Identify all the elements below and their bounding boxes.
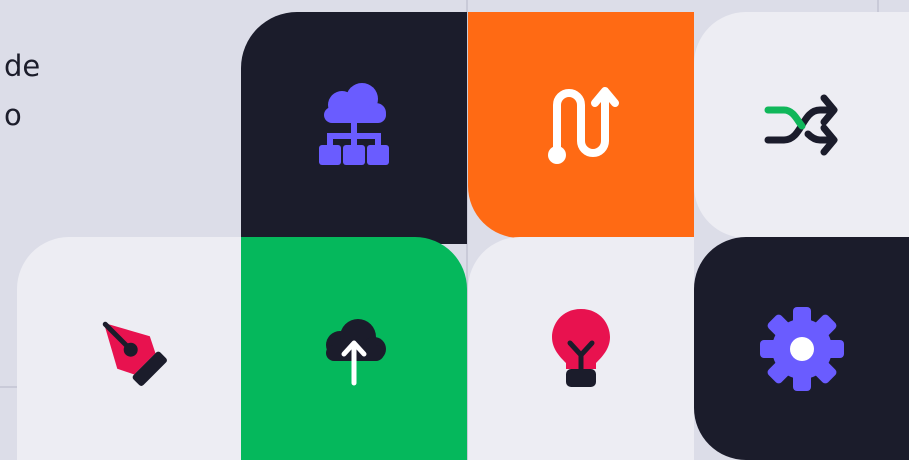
tile-cloud-upload[interactable] bbox=[241, 237, 467, 460]
cloud-upload-icon bbox=[314, 309, 394, 389]
tile-route[interactable] bbox=[468, 12, 694, 238]
tile-lightbulb[interactable] bbox=[468, 237, 694, 460]
guide-line-vertical-right bbox=[877, 0, 879, 12]
tile-settings[interactable] bbox=[694, 237, 909, 460]
route-icon bbox=[541, 79, 621, 171]
gear-icon bbox=[756, 303, 848, 395]
pen-nib-icon bbox=[85, 304, 175, 394]
tile-shuffle[interactable] bbox=[694, 12, 909, 238]
tile-pen-tool[interactable] bbox=[17, 237, 243, 460]
text-fragment-2: o bbox=[4, 98, 22, 132]
cloud-network-icon bbox=[314, 83, 394, 173]
shuffle-icon bbox=[762, 90, 842, 160]
lightbulb-icon bbox=[546, 303, 616, 395]
text-fragment-1: de bbox=[4, 49, 41, 83]
tile-cloud-network[interactable] bbox=[241, 12, 467, 244]
